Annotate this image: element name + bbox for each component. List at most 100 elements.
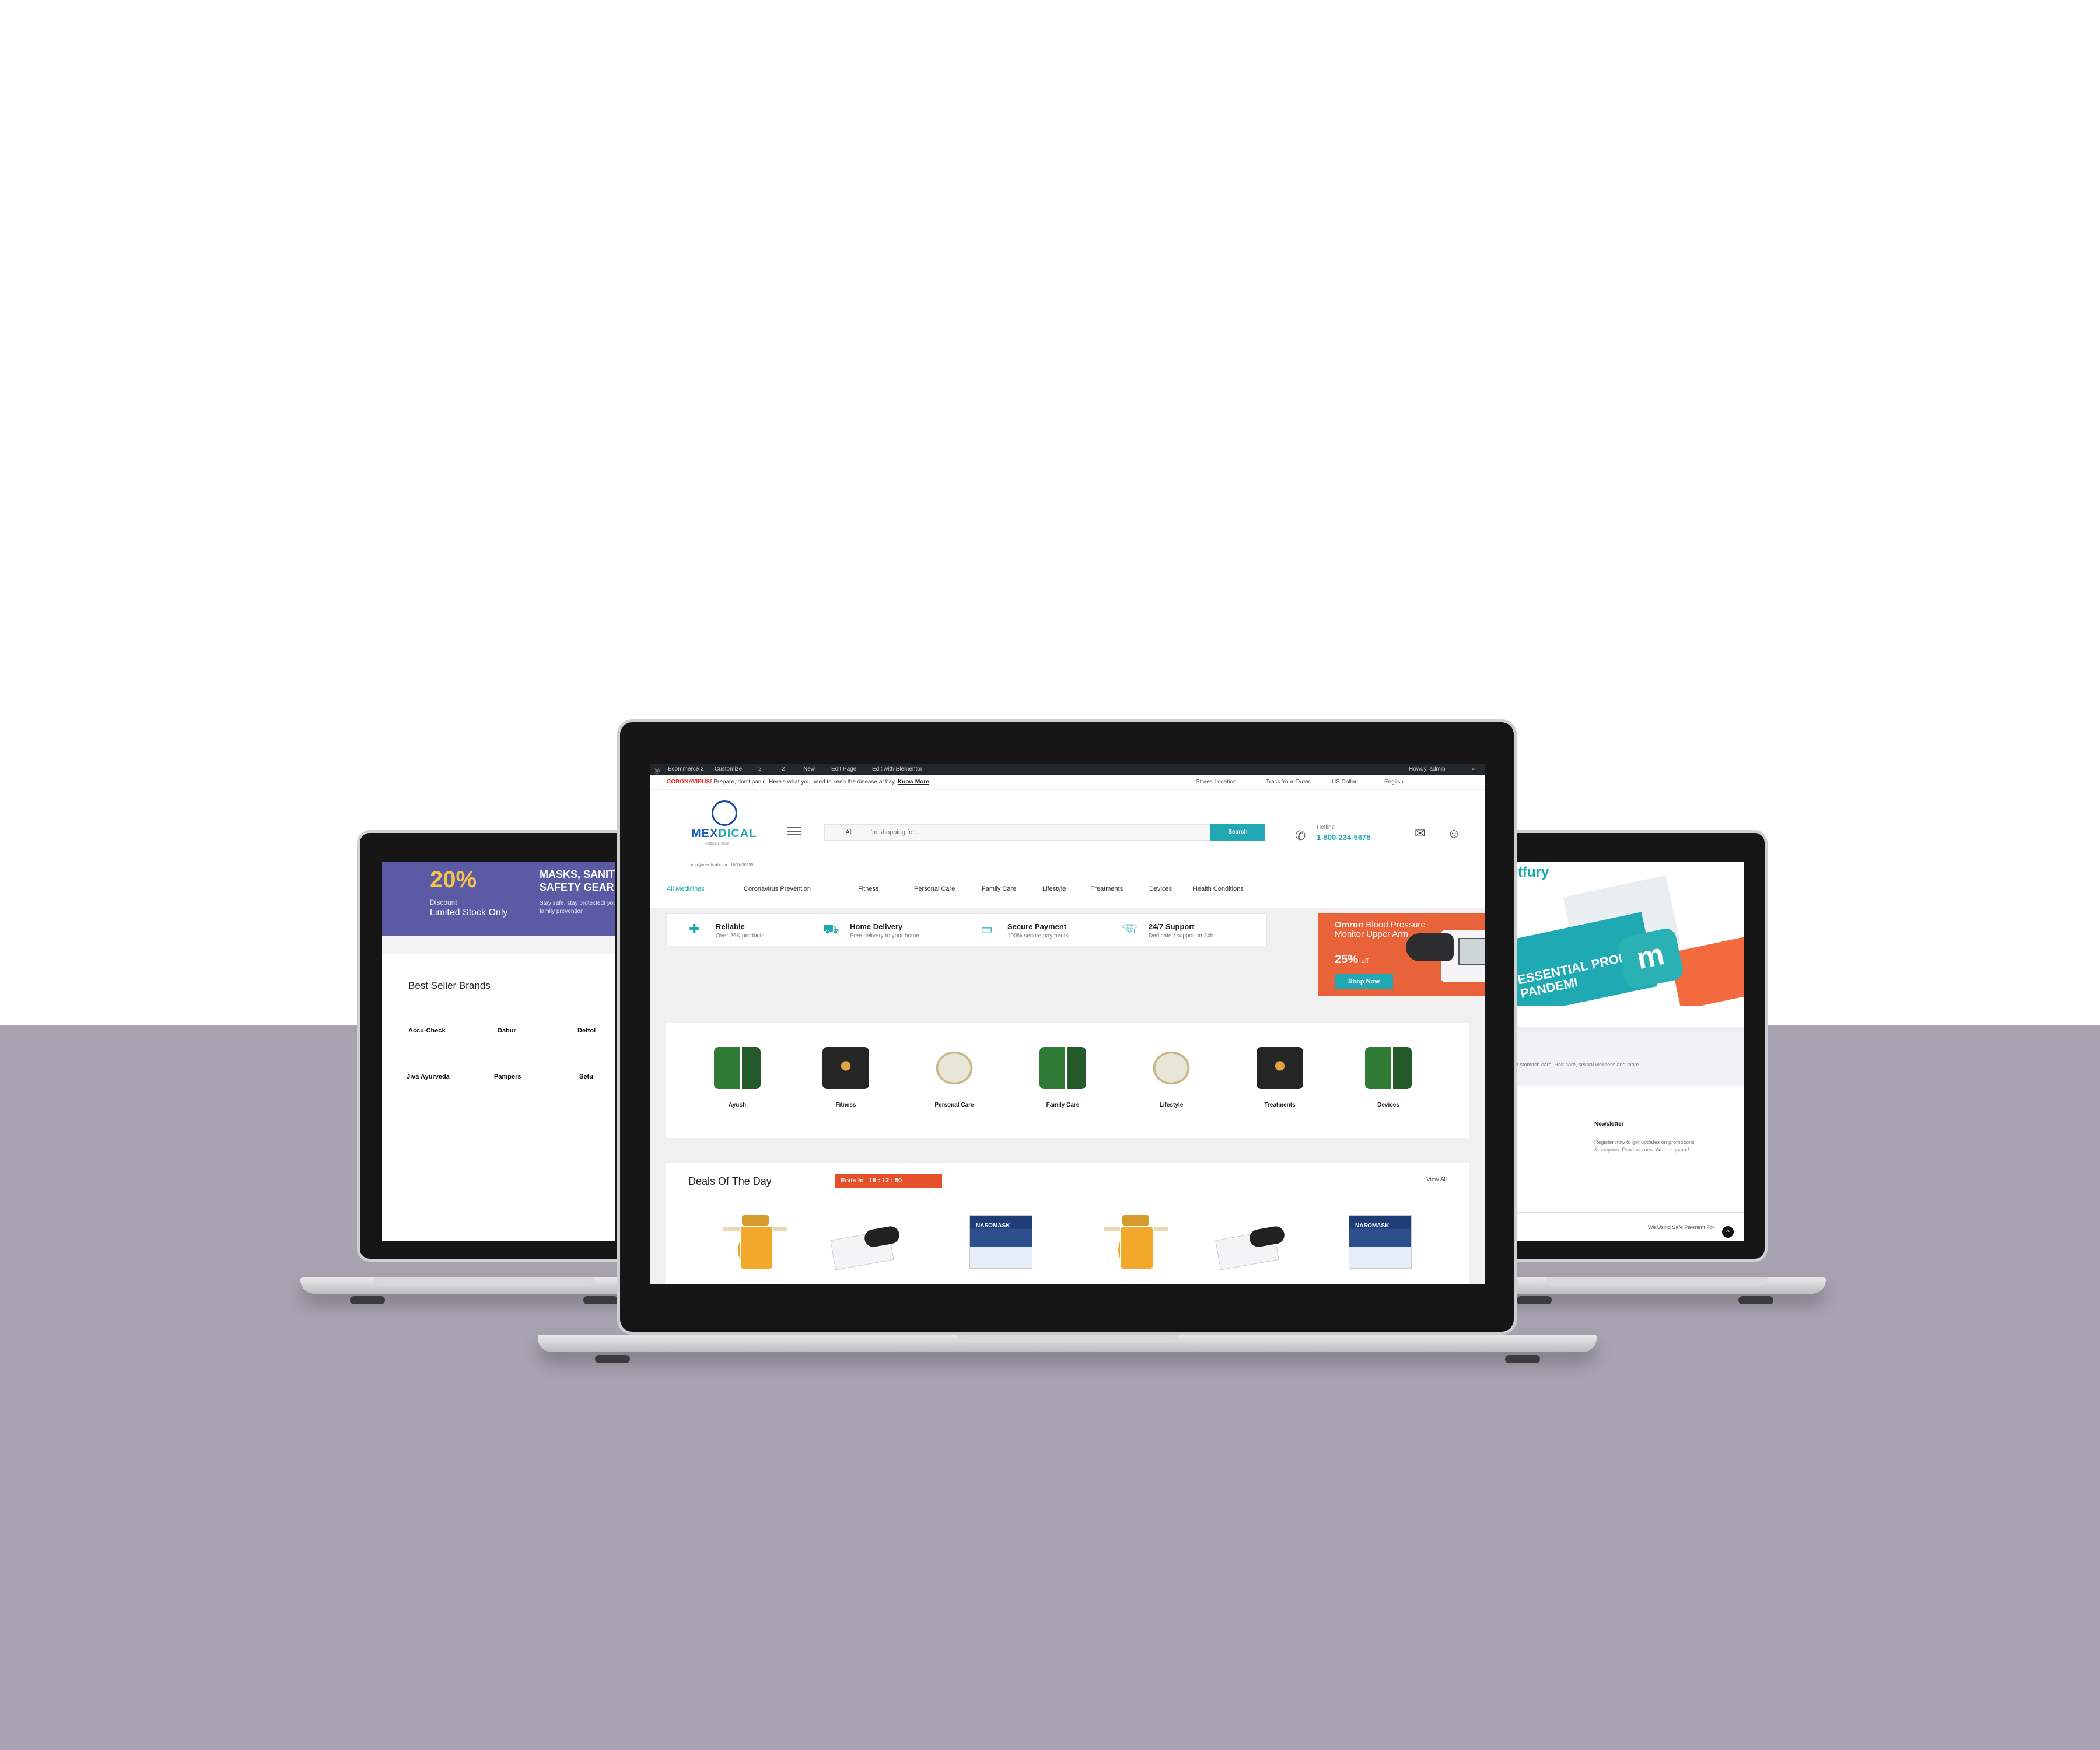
hero-banner[interactable]: tfury ESSENTIAL PRODUCTS IN THE PANDEMI … (1505, 862, 1744, 1006)
brand-link[interactable]: Dabur (498, 1027, 516, 1034)
feature-title: Reliable (716, 922, 745, 931)
header-contact-line: info@mexdical.com · 1800450555 (691, 863, 754, 867)
cart-icon[interactable]: ✉ (1415, 826, 1425, 841)
right-laptop-base (1488, 1278, 1826, 1294)
category-item[interactable]: Family Care (1025, 1047, 1101, 1108)
category-label: Devices (1377, 1102, 1399, 1108)
wp-updates-count[interactable]: 2 (782, 766, 785, 772)
credit-card-icon: ▭ (981, 922, 993, 936)
banner-title: Omron Blood Pressure Monitor Upper Arm (1335, 921, 1440, 939)
brand-link[interactable]: Setu (579, 1073, 593, 1080)
brands-title: Best Seller Brands (408, 980, 491, 991)
info-band: ed for stomach care, Hair care, sexual w… (1505, 1040, 1744, 1086)
category-item[interactable]: Treatments (1242, 1047, 1318, 1108)
nav-item[interactable]: All Medicines (667, 886, 705, 892)
wp-admin-bar: ⓦ Ecommerce 2 Customize 2 2 New Edit Pag… (650, 764, 1485, 775)
category-item[interactable]: Fitness (808, 1047, 884, 1108)
footer: We Using Safe Payment For (1505, 1212, 1744, 1241)
deals-section: Deals Of The Day Ends In 18 : 12 : 50 Vi… (666, 1163, 1469, 1284)
feature-item: ▭ Secure Payment 100% secure payments (981, 920, 1126, 943)
feature-subtitle: 100% secure payments (1007, 933, 1069, 939)
main-nav: All Medicines Coronavirus Prevention Fit… (650, 881, 1485, 898)
nav-item[interactable]: Health Conditions (1193, 886, 1244, 892)
center-laptop-base (538, 1335, 1597, 1352)
logo-tagline: Healthcare Store (703, 842, 730, 846)
currency-select[interactable]: US Dollar (1332, 779, 1357, 785)
hamburger-menu-icon[interactable] (788, 827, 802, 835)
nav-item[interactable]: Family Care (982, 886, 1016, 892)
corona-notice: CORONAVIRUS! Prepare, don't panic. Here'… (667, 779, 929, 785)
footer-text: We Using Safe Payment For (1648, 1224, 1714, 1230)
wp-edit-page-link[interactable]: Edit Page (831, 766, 856, 772)
promo-stock-label: Limited Stock Only (430, 908, 508, 918)
nav-item[interactable]: Fitness (858, 886, 878, 892)
stores-location-link[interactable]: Stores Location (1196, 779, 1237, 785)
site-logo[interactable]: MEXDICAL Healthcare Store (691, 800, 761, 853)
deal-product[interactable]: NASOMASK (970, 1215, 1032, 1269)
brand-link[interactable]: Dettol (578, 1027, 596, 1034)
deal-product[interactable] (1104, 1215, 1168, 1273)
right-laptop-notch (1546, 1278, 1768, 1286)
category-image (1148, 1047, 1195, 1089)
feature-subtitle: Free delivery to your home (850, 933, 919, 939)
countdown-timer: 18 : 12 : 50 (869, 1177, 902, 1184)
logo-word-a: MEX (691, 827, 719, 840)
brand-link[interactable]: Pampers (494, 1073, 521, 1080)
view-all-link[interactable]: View All (1426, 1177, 1447, 1183)
promo-banner[interactable]: 20% Discount Limited Stock Only MASKS, S… (382, 862, 615, 936)
category-image (822, 1047, 869, 1089)
nav-item[interactable]: Lifestyle (1042, 886, 1066, 892)
top-notice-bar: CORONAVIRUS! Prepare, don't panic. Here'… (650, 775, 1485, 790)
deal-product[interactable]: NASOMASK (1349, 1215, 1412, 1269)
category-item[interactable]: Personal Care (916, 1047, 992, 1108)
countdown-label: Ends In (841, 1177, 864, 1184)
right-laptop-screen: tfury ESSENTIAL PRODUCTS IN THE PANDEMI … (1505, 862, 1744, 1241)
wp-search-icon[interactable]: ⌕ (1472, 766, 1475, 772)
deal-product[interactable] (1217, 1215, 1282, 1273)
search-category-select[interactable]: All (825, 825, 863, 840)
section-strip (1505, 1027, 1744, 1040)
nav-item[interactable]: Personal Care (914, 886, 955, 892)
wp-elementor-link[interactable]: Edit with Elementor (872, 766, 922, 772)
banner-off: off (1361, 958, 1368, 965)
corona-text: Prepare, don't panic. Here's what you ne… (712, 779, 898, 785)
banner-percent: 25% off (1335, 953, 1368, 967)
hotline-number[interactable]: 1-800-234-5678 (1317, 833, 1371, 842)
features-strip: ✚ Reliable Over 26K products ⛟ Home Deli… (666, 914, 1267, 946)
track-order-link[interactable]: Track Your Order (1266, 779, 1310, 785)
category-grid: Ayush Fitness Personal Care Family Care … (666, 1023, 1469, 1138)
wp-howdy[interactable]: Howdy, admin (1409, 766, 1446, 772)
language-select[interactable]: English (1384, 779, 1404, 785)
nav-item[interactable]: Devices (1149, 886, 1172, 892)
promo-banner-omron[interactable]: Omron Blood Pressure Monitor Upper Arm 2… (1318, 914, 1485, 996)
know-more-link[interactable]: Know More (898, 779, 929, 785)
right-laptop-foot (1738, 1296, 1773, 1304)
wp-site-link[interactable]: Ecommerce 2 (668, 766, 704, 772)
wp-new-link[interactable]: New (803, 766, 815, 772)
hotline-label: Hotline (1317, 824, 1335, 831)
scroll-top-icon[interactable]: ^ (1722, 1226, 1734, 1238)
category-item[interactable]: Devices (1350, 1047, 1426, 1108)
deal-product[interactable] (832, 1215, 897, 1273)
chat-support-icon: ☏ (1122, 922, 1138, 936)
nav-item[interactable]: Treatments (1091, 886, 1123, 892)
wp-customize-link[interactable]: Customize (715, 766, 742, 772)
center-laptop-screen: ⓦ Ecommerce 2 Customize 2 2 New Edit Pag… (650, 764, 1485, 1284)
brand-link[interactable]: Jiva Ayurveda (407, 1073, 450, 1080)
wp-comments-count[interactable]: 2 (758, 766, 762, 772)
shop-now-button[interactable]: Shop Now (1335, 974, 1393, 989)
wordpress-icon[interactable]: ⓦ (654, 766, 660, 775)
category-item[interactable]: Lifestyle (1133, 1047, 1209, 1108)
user-account-icon[interactable]: ☺ (1447, 826, 1460, 841)
banner-brand: Omron (1335, 920, 1364, 930)
category-label: Family Care (1046, 1102, 1080, 1108)
brand-fragment: tfury (1518, 864, 1549, 880)
category-item[interactable]: Ayush (699, 1047, 775, 1108)
deal-product[interactable] (723, 1215, 788, 1273)
countdown-badge: Ends In 18 : 12 : 50 (835, 1174, 942, 1188)
feature-subtitle: Over 26K products (716, 933, 765, 939)
brand-link[interactable]: Accu-Check (408, 1027, 446, 1034)
search-input[interactable] (869, 827, 1196, 838)
nav-item[interactable]: Coronavirus Prevention (744, 886, 811, 892)
search-button[interactable]: Search (1210, 824, 1265, 841)
